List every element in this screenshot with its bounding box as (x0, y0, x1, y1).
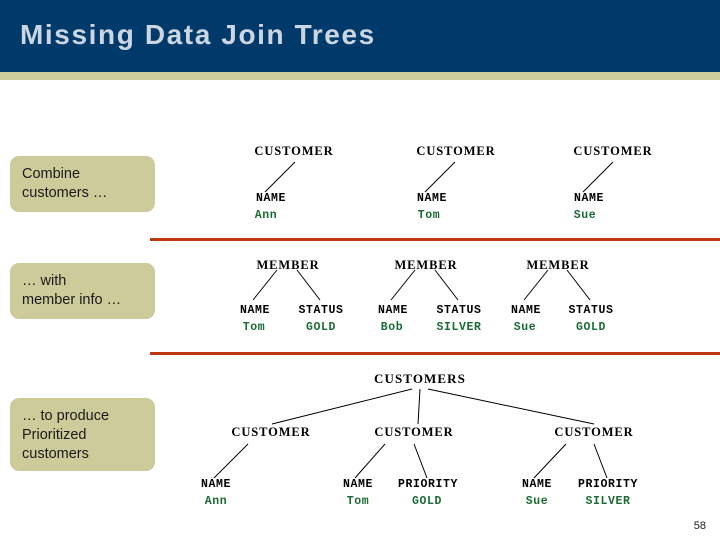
tree-node-label: NAME (416, 192, 448, 205)
tree-node-label: NAME (239, 304, 271, 317)
tree-node-label: PRIORITY (397, 478, 459, 491)
tree-node-label: NAME (573, 192, 605, 205)
callout-line: customers (22, 446, 89, 462)
slide-header-accent-rule (0, 72, 720, 80)
tree-node-label: NAME (510, 304, 542, 317)
tree-node-value: Sue (513, 321, 537, 334)
tree-node-value: Bob (380, 321, 404, 334)
tree-node-root: CUSTOMER (416, 144, 496, 158)
callout-line: Combine (22, 166, 81, 182)
tree-node-value: Ann (254, 209, 278, 222)
tree-node-root: CUSTOMER (254, 144, 334, 158)
tree-node-value: Tom (346, 495, 370, 508)
tree-node-root: CUSTOMER (374, 425, 454, 439)
tree-node-label: NAME (255, 192, 287, 205)
tree-node-label: NAME (342, 478, 374, 491)
tree-node-value: Tom (242, 321, 266, 334)
callout-combine-customers: Combine customers … (10, 156, 155, 212)
tree-node-root: CUSTOMERS (373, 371, 467, 386)
tree-node-value: GOLD (305, 321, 337, 334)
tree-node-value: SILVER (436, 321, 482, 334)
tree-node-value: Tom (417, 209, 441, 222)
tree-node-value: GOLD (575, 321, 607, 334)
tree-node-root: CUSTOMER (231, 425, 311, 439)
callout-line: … to produce (22, 408, 110, 424)
tree-node-value: SILVER (585, 495, 631, 508)
page-number: 58 (693, 520, 706, 532)
callout-line: Prioritized (22, 427, 87, 443)
callout-line: … with (22, 273, 67, 289)
tree-node-label: PRIORITY (577, 478, 639, 491)
tree-node-value: Sue (525, 495, 549, 508)
tree-node-label: STATUS (436, 304, 482, 317)
tree-node-label: STATUS (298, 304, 344, 317)
tree-node-value: Sue (573, 209, 597, 222)
tree-node-label: NAME (521, 478, 553, 491)
page-title: Missing Data Join Trees (20, 19, 376, 50)
callout-line: customers … (22, 185, 108, 201)
tree-node-label: STATUS (568, 304, 614, 317)
tree-node-root: MEMBER (256, 258, 320, 272)
tree-node-label: NAME (200, 478, 232, 491)
tree-node-value: Ann (204, 495, 228, 508)
callout-with-member-info: … with member info … (10, 263, 155, 319)
callout-line: member info … (22, 292, 122, 308)
tree-node-label: NAME (377, 304, 409, 317)
tree-node-root: CUSTOMER (573, 144, 653, 158)
tree-node-root: MEMBER (394, 258, 458, 272)
tree-node-root: MEMBER (526, 258, 590, 272)
callout-to-produce-prioritized: … to produce Prioritized customers (10, 398, 155, 471)
section-divider-lower (150, 352, 720, 355)
tree-node-root: CUSTOMER (554, 425, 634, 439)
tree-node-value: GOLD (411, 495, 443, 508)
section-divider-upper (150, 238, 720, 241)
